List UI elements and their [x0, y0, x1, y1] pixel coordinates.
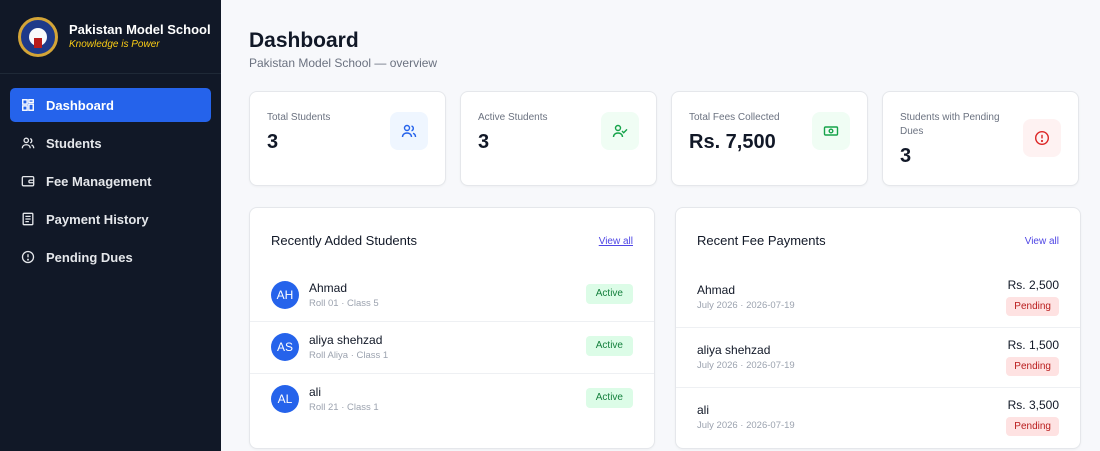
- school-logo: [18, 16, 58, 57]
- avatar: AH: [271, 281, 299, 309]
- list-item[interactable]: ali July 2026 · 2026-07-19 Rs. 3,500 Pen…: [676, 388, 1080, 448]
- stat-label: Students with Pending Dues: [900, 112, 1000, 137]
- sidebar-item-pending-dues[interactable]: Pending Dues: [10, 240, 211, 274]
- stat-card-total-students: Total Students 3: [249, 91, 446, 186]
- stat-label: Total Fees Collected: [689, 112, 780, 123]
- status-badge: Active: [585, 284, 633, 304]
- status-badge: Active: [585, 388, 633, 408]
- recent-payments-panel: Recent Fee Payments View all Ahmad July …: [675, 207, 1081, 449]
- list-item[interactable]: aliya shehzad July 2026 · 2026-07-19 Rs.…: [676, 328, 1080, 388]
- status-badge: Active: [585, 336, 633, 356]
- user-check-icon: [601, 112, 639, 150]
- sidebar-item-payment-history[interactable]: Payment History: [10, 202, 211, 236]
- sidebar-nav: Dashboard Students Fee Management Paymen…: [0, 74, 221, 274]
- list-item[interactable]: AS aliya shehzad Roll Aliya · Class 1 Ac…: [250, 322, 654, 374]
- sidebar-item-label: Dashboard: [46, 97, 114, 113]
- stat-value: 3: [478, 131, 490, 153]
- page-title: Dashboard: [249, 29, 359, 52]
- view-all-students-link[interactable]: View all: [599, 236, 633, 247]
- stat-card-total-fees: Total Fees Collected Rs. 7,500: [671, 91, 868, 186]
- stat-label: Active Students: [478, 112, 548, 123]
- view-all-payments-link[interactable]: View all: [1025, 236, 1059, 247]
- student-name: Ahmad: [309, 281, 348, 295]
- stat-card-active-students: Active Students 3: [460, 91, 657, 186]
- receipt-icon: [21, 212, 35, 226]
- users-icon: [390, 112, 428, 150]
- payment-amount: Rs. 2,500: [1007, 278, 1059, 292]
- banknote-icon: [812, 112, 850, 150]
- brand-tagline: Knowledge is Power: [69, 39, 160, 50]
- sidebar-item-label: Students: [46, 135, 102, 151]
- stat-value: 3: [900, 145, 912, 167]
- brand-name: Pakistan Model School: [69, 22, 211, 37]
- dashboard-grid-icon: [21, 98, 35, 112]
- alert-circle-icon: [21, 250, 35, 264]
- sidebar-item-label: Fee Management: [46, 173, 152, 189]
- student-meta: Roll 21 · Class 1: [309, 402, 379, 413]
- payment-student-name: ali: [697, 403, 710, 417]
- sidebar-item-students[interactable]: Students: [10, 126, 211, 160]
- wallet-icon: [21, 174, 35, 188]
- student-meta: Roll 01 · Class 5: [309, 298, 379, 309]
- stat-value: Rs. 7,500: [689, 131, 776, 153]
- stat-card-pending-dues: Students with Pending Dues 3: [882, 91, 1079, 186]
- status-badge: Pending: [1006, 297, 1059, 316]
- payment-amount: Rs. 3,500: [1007, 398, 1059, 412]
- student-meta: Roll Aliya · Class 1: [309, 350, 389, 361]
- list-item[interactable]: Ahmad July 2026 · 2026-07-19 Rs. 2,500 P…: [676, 268, 1080, 328]
- payment-amount: Rs. 1,500: [1007, 338, 1059, 352]
- payment-student-name: Ahmad: [697, 283, 736, 297]
- sidebar-item-dashboard[interactable]: Dashboard: [10, 88, 211, 122]
- payment-student-name: aliya shehzad: [697, 343, 771, 357]
- sidebar-item-label: Pending Dues: [46, 249, 133, 265]
- payment-meta: July 2026 · 2026-07-19: [697, 360, 795, 371]
- stat-label: Total Students: [267, 112, 331, 123]
- avatar: AL: [271, 385, 299, 413]
- status-badge: Pending: [1006, 417, 1059, 436]
- panel-title: Recently Added Students: [271, 233, 417, 248]
- student-name: aliya shehzad: [309, 333, 383, 347]
- sidebar-item-label: Payment History: [46, 211, 149, 227]
- panel-title: Recent Fee Payments: [697, 233, 826, 248]
- sidebar-item-fee-management[interactable]: Fee Management: [10, 164, 211, 198]
- brand: Pakistan Model School Knowledge is Power: [0, 0, 221, 74]
- student-list: AH Ahmad Roll 01 · Class 5 Active AS ali…: [250, 270, 654, 426]
- recent-students-panel: Recently Added Students View all AH Ahma…: [249, 207, 655, 449]
- avatar: AS: [271, 333, 299, 361]
- payment-meta: July 2026 · 2026-07-19: [697, 300, 795, 311]
- stats-row: Total Students 3 Active Students 3 Total…: [249, 91, 1079, 186]
- page-subtitle: Pakistan Model School — overview: [249, 56, 438, 70]
- status-badge: Pending: [1006, 357, 1059, 376]
- student-name: ali: [309, 385, 322, 399]
- list-item[interactable]: AH Ahmad Roll 01 · Class 5 Active: [250, 270, 654, 322]
- list-item[interactable]: AL ali Roll 21 · Class 1 Active: [250, 374, 654, 426]
- payment-list: Ahmad July 2026 · 2026-07-19 Rs. 2,500 P…: [676, 268, 1080, 448]
- users-icon: [21, 136, 35, 150]
- payment-meta: July 2026 · 2026-07-19: [697, 420, 795, 431]
- sidebar: Pakistan Model School Knowledge is Power…: [0, 0, 221, 451]
- alert-circle-icon: [1023, 119, 1061, 157]
- stat-value: 3: [267, 131, 279, 153]
